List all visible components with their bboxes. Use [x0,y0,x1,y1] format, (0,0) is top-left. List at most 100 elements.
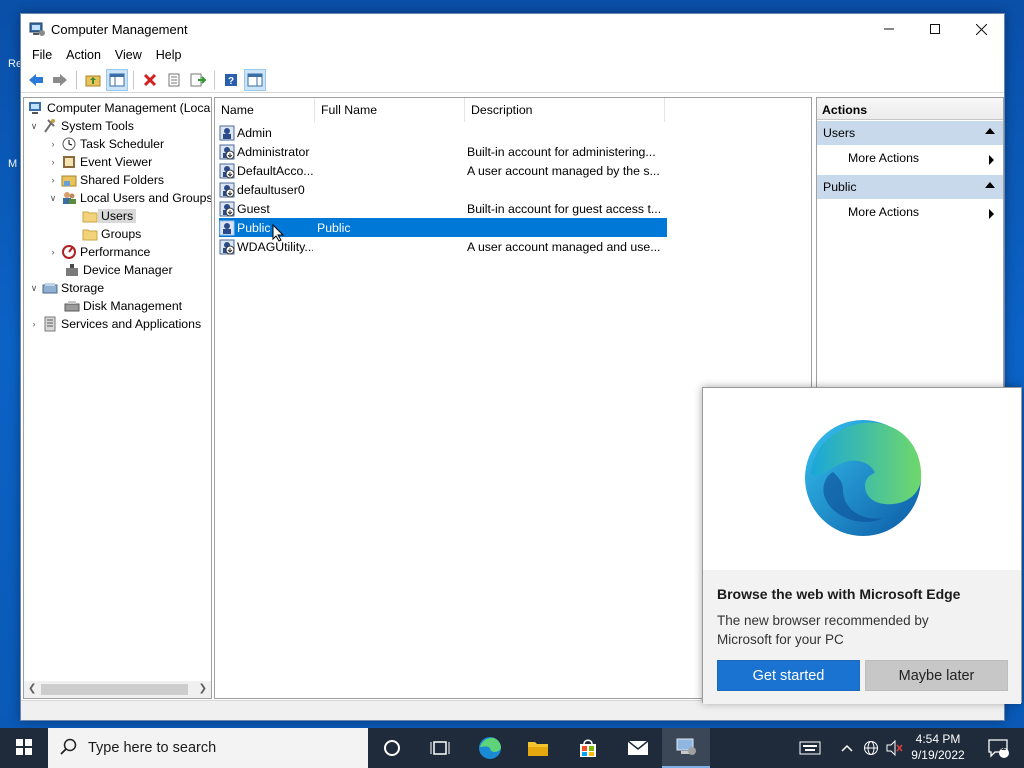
table-row[interactable]: Administrator Built-in account for admin… [219,142,667,161]
chevron-right-icon[interactable]: › [47,174,59,186]
chevron-right-icon[interactable]: › [47,138,59,150]
scroll-left-icon[interactable]: ❮ [28,683,36,694]
tree-item-label: System Tools [61,119,134,133]
properties-icon[interactable] [163,69,185,91]
folder-icon [82,208,98,224]
tree-item-label: Storage [61,281,105,295]
touch-keyboard-icon[interactable] [796,728,824,768]
tree-item-services-and-applications[interactable]: › Services and Applications [28,315,201,333]
maybe-later-button[interactable]: Maybe later [865,660,1008,691]
tree-item-computer-management[interactable]: Computer Management (Local [28,99,211,117]
export-list-icon[interactable] [187,69,209,91]
title-bar[interactable]: Computer Management [21,14,1004,44]
delete-icon[interactable] [139,69,161,91]
tree-item-shared-folders[interactable]: › Shared Folders [47,171,165,189]
clock-date: 9/19/2022 [911,748,965,762]
tree-item-system-tools[interactable]: ∨ System Tools [28,117,134,135]
performance-icon [61,244,77,260]
taskbar-search-box[interactable]: Type here to search [48,728,368,768]
menu-help[interactable]: Help [149,45,189,67]
taskbar-clock[interactable]: 4:54 PM 9/19/2022 [906,731,970,763]
volume-muted-icon[interactable] [884,728,906,768]
collapse-icon[interactable] [985,182,995,188]
tree-item-storage[interactable]: ∨ Storage [28,279,104,297]
chevron-right-icon[interactable]: › [28,318,40,330]
chevron-down-icon[interactable]: ∨ [28,120,40,132]
actions-section-users[interactable]: Users [817,121,1003,145]
chevron-right-icon[interactable]: › [47,246,59,258]
notification-center-icon[interactable]: 1 [978,728,1018,768]
mouse-cursor-icon [272,223,285,245]
tree-item-label: Users [98,209,137,223]
chevron-right-icon [989,209,994,219]
column-header-name[interactable]: Name [215,98,315,122]
scroll-right-icon[interactable]: ❯ [199,683,207,694]
tree-item-label: Device Manager [83,263,173,277]
start-button[interactable] [0,728,48,768]
menu-action[interactable]: Action [59,45,108,67]
network-icon[interactable] [860,728,882,768]
chevron-down-icon[interactable]: ∨ [28,282,40,294]
tree-item-device-manager[interactable]: Device Manager [64,261,173,279]
menu-view[interactable]: View [108,45,149,67]
forward-arrow-icon[interactable] [49,69,71,91]
tree-item-task-scheduler[interactable]: › Task Scheduler [47,135,165,153]
maximize-button[interactable] [912,14,958,44]
column-header-full-name[interactable]: Full Name [315,98,465,122]
close-button[interactable] [958,14,1004,44]
actions-section-public[interactable]: Public [817,175,1003,199]
collapse-icon[interactable] [985,128,995,134]
tree-item-performance[interactable]: › Performance [47,243,150,261]
user-name: DefaultAcco... [237,163,313,178]
more-actions-public[interactable]: More Actions [817,199,1003,228]
user-description: Built-in account for guest access t... [467,201,662,216]
help-icon[interactable]: ? [220,69,242,91]
tree-item-local-users-and-groups[interactable]: ∨ Local Users and Groups [47,189,211,207]
edge-popup-body: Browse the web with Microsoft Edge The n… [703,570,1021,704]
toolbar-separator [214,70,215,89]
section-label: Public [823,180,857,194]
file-explorer-icon[interactable] [514,728,562,768]
table-row[interactable]: DefaultAcco... A user account managed by… [219,161,667,180]
edge-taskbar-icon[interactable] [466,728,514,768]
table-row-selected[interactable]: Public Public [219,218,667,237]
svg-text:?: ? [228,76,234,87]
table-row[interactable]: Guest Built-in account for guest access … [219,199,667,218]
table-row[interactable]: WDAGUtility... A user account managed an… [219,237,667,256]
show-hide-action-pane-icon[interactable] [244,68,266,91]
tree-item-label: Groups [101,227,142,241]
show-hide-console-tree-icon[interactable] [106,68,128,91]
task-view-icon[interactable] [416,728,464,768]
user-disabled-icon [219,201,235,217]
table-row[interactable]: defaultuser0 [219,180,667,199]
cortana-icon[interactable] [368,728,416,768]
tree-item-groups[interactable]: Groups [82,225,141,243]
user-description: A user account managed and use... [467,239,661,254]
tree-item-users[interactable]: Users [82,207,137,225]
user-name: defaultuser0 [237,182,305,197]
horizontal-scrollbar[interactable]: ❮ ❯ [24,681,211,698]
get-started-button[interactable]: Get started [717,660,860,691]
tree-item-disk-management[interactable]: Disk Management [64,297,182,315]
up-folder-icon[interactable] [82,69,104,91]
chevron-down-icon[interactable]: ∨ [47,192,59,204]
window-title: Computer Management [51,22,188,37]
more-actions-users[interactable]: More Actions [817,145,1003,174]
computer-management-taskbar-icon[interactable] [662,728,710,768]
minimize-button[interactable] [866,14,912,44]
user-name: Public [237,220,271,235]
column-header-description[interactable]: Description [465,98,665,122]
mail-icon[interactable] [614,728,662,768]
clock-time: 4:54 PM [915,732,961,746]
tree-item-label: Shared Folders [80,173,165,187]
menu-file[interactable]: File [25,45,59,67]
tree-item-event-viewer[interactable]: › Event Viewer [47,153,153,171]
event-viewer-icon [61,154,77,170]
store-icon[interactable] [564,728,612,768]
back-arrow-icon[interactable] [25,69,47,91]
user-name: Admin [237,125,272,140]
chevron-right-icon[interactable]: › [47,156,59,168]
table-row[interactable]: Admin [219,123,667,142]
scrollbar-thumb[interactable] [41,684,188,695]
chevron-up-icon[interactable] [838,728,856,768]
